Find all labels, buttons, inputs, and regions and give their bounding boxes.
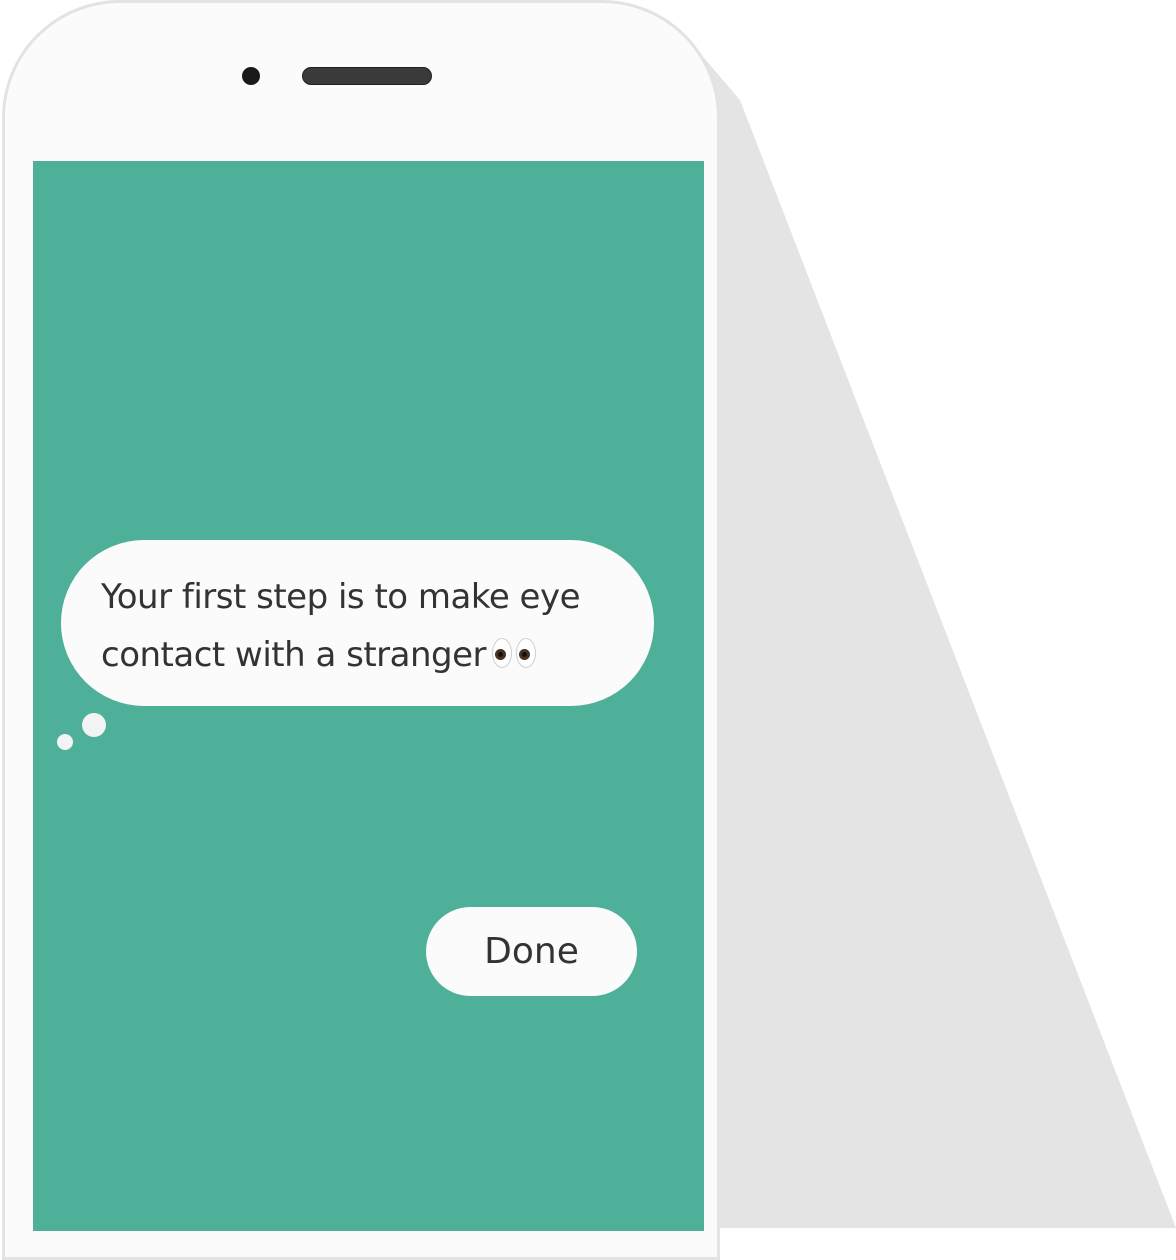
done-button[interactable]: Done bbox=[426, 907, 637, 996]
left-eye bbox=[492, 638, 513, 668]
phone-frame: Your first step is to make eye contact w… bbox=[2, 0, 720, 1260]
front-camera-icon bbox=[242, 67, 260, 85]
thought-bubble: Your first step is to make eye contact w… bbox=[61, 540, 654, 706]
right-eye bbox=[516, 638, 537, 668]
app-screen: Your first step is to make eye contact w… bbox=[33, 161, 704, 1231]
message-line-2: contact with a stranger bbox=[101, 635, 487, 675]
eyes-icon bbox=[492, 638, 538, 668]
message-line-1: Your first step is to make eye bbox=[101, 577, 581, 617]
thought-dot-small bbox=[57, 734, 73, 750]
message-line-2-row: contact with a stranger bbox=[101, 626, 624, 684]
speaker-grille-icon bbox=[302, 67, 432, 85]
thought-dot-large bbox=[82, 713, 106, 737]
